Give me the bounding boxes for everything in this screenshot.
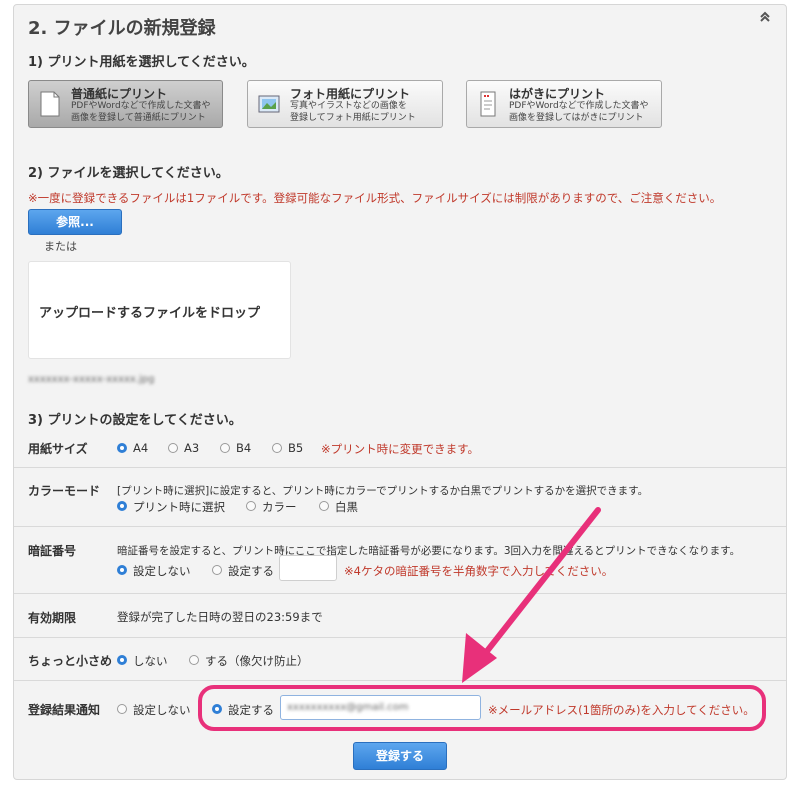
arrow-annotation — [462, 507, 601, 683]
